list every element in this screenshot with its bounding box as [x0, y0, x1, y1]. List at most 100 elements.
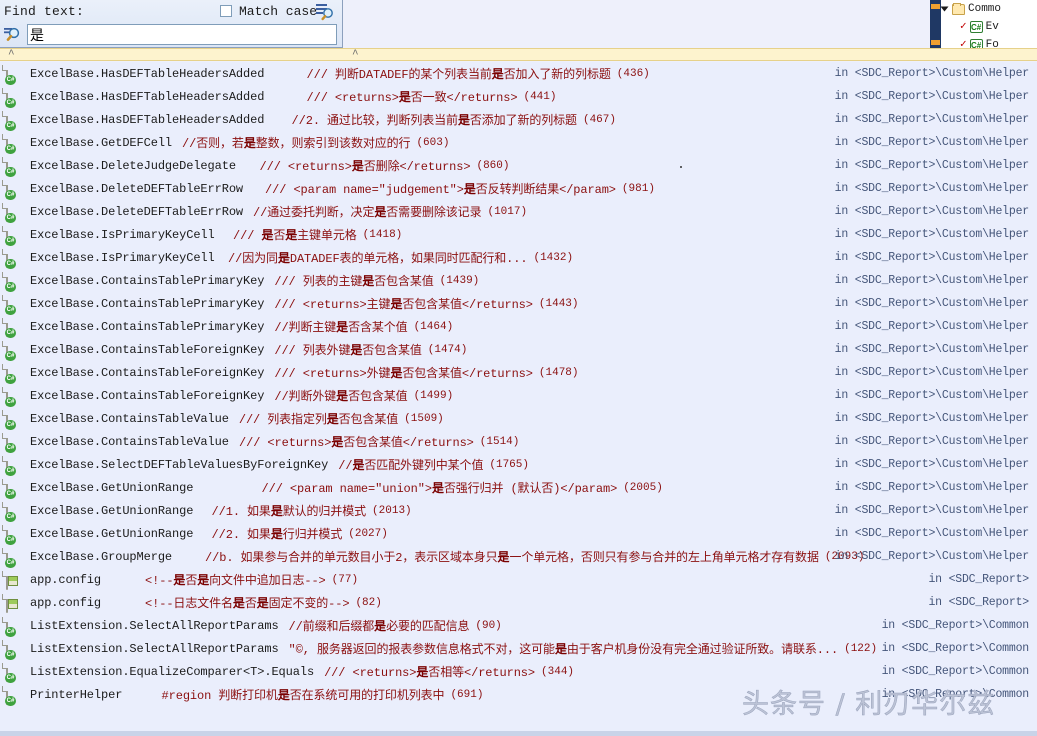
result-member-name: ExcelBase.ContainsTablePrimaryKey	[30, 273, 265, 288]
result-row[interactable]: ExcelBase.DeleteDEFTableErrRow /// <param…	[0, 177, 1037, 200]
csharp-file-icon-glyph	[6, 663, 8, 682]
collapse-strip[interactable]: ^ ^	[0, 48, 1037, 61]
result-row[interactable]: ExcelBase.ContainsTableForeignKey /// <re…	[0, 361, 1037, 384]
csharp-file-icon	[6, 295, 20, 314]
result-member-name: ExcelBase.SelectDEFTableValuesByForeignK…	[30, 457, 329, 472]
result-line-number: (1474)	[427, 343, 468, 356]
result-file-path: in <SDC_Report>	[928, 573, 1029, 586]
result-row[interactable]: ExcelBase.ContainsTableValue /// 列表指定列是否包…	[0, 407, 1037, 430]
result-row[interactable]: ExcelBase.GetUnionRange //1. 如果是默认的归并模式 (2…	[0, 499, 1037, 522]
csharp-file-icon	[6, 272, 20, 291]
result-row[interactable]: ExcelBase.ContainsTablePrimaryKey //判断主键是…	[0, 315, 1037, 338]
collapse-chevron-right-icon[interactable]: ^	[352, 50, 359, 61]
result-file-path: in <SDC_Report>\Custom\Helper	[834, 113, 1030, 126]
result-comment-text: //判断主键是否含某个值	[274, 321, 408, 335]
result-file-path: in <SDC_Report>\Custom\Helper	[834, 435, 1030, 448]
csharp-file-icon	[6, 640, 20, 659]
find-options-icon[interactable]	[315, 2, 335, 21]
result-member-name: ExcelBase.GetUnionRange	[30, 526, 194, 541]
csharp-file-icon-glyph	[6, 203, 8, 222]
result-line-number: (2005)	[623, 481, 663, 494]
result-row[interactable]: ExcelBase.ContainsTablePrimaryKey /// <re…	[0, 292, 1037, 315]
result-member-name: ExcelBase.ContainsTableValue	[30, 411, 229, 426]
csharp-file-icon-glyph	[6, 456, 8, 475]
result-line-number: (467)	[582, 113, 616, 126]
result-row[interactable]: ExcelBase.GroupMerge //b. 如果参与合并的单元数目小于2，…	[0, 545, 1037, 568]
search-magnifier-icon[interactable]	[3, 25, 23, 44]
result-row[interactable]: ExcelBase.ContainsTableForeignKey //判断外键是…	[0, 384, 1037, 407]
result-row[interactable]: ListExtension.SelectAllReportParams //前缀和…	[0, 614, 1037, 637]
match-case-checkbox[interactable]	[220, 5, 232, 17]
result-row[interactable]: ExcelBase.ContainsTableForeignKey /// 列表外…	[0, 338, 1037, 361]
result-comment-text: //因为同是DATADEF表的单元格，如果同时匹配行和...	[228, 252, 528, 266]
result-row[interactable]: ExcelBase.ContainsTablePrimaryKey /// 列表的…	[0, 269, 1037, 292]
csharp-file-icon-glyph	[6, 88, 8, 107]
result-row[interactable]: ListExtension.SelectAllReportParams "©, 服…	[0, 637, 1037, 660]
csharp-file-icon	[6, 203, 20, 222]
result-row[interactable]: ListExtension.EqualizeComparer<T>.Equals…	[0, 660, 1037, 683]
tree-node-common[interactable]: Commo	[940, 0, 1037, 18]
result-member-name: ExcelBase.ContainsTableForeignKey	[30, 365, 265, 380]
result-row[interactable]: ExcelBase.GetDEFCell //否则，若是整数，则索引到该数对应的行…	[0, 131, 1037, 154]
result-file-path: in <SDC_Report>\Custom\Helper	[834, 159, 1030, 172]
csharp-file-icon	[6, 364, 20, 383]
csharp-file-icon-glyph	[6, 502, 8, 521]
result-row[interactable]: ExcelBase.DeleteJudgeDelegate /// <return…	[0, 154, 1037, 177]
collapse-triangle-icon[interactable]	[940, 6, 949, 12]
csharp-file-icon	[6, 318, 20, 337]
result-row[interactable]: ExcelBase.GetUnionRange //2. 如果是行归并模式 (202…	[0, 522, 1037, 545]
csharp-file-icon-glyph	[6, 617, 8, 636]
result-row[interactable]: ExcelBase.GetUnionRange /// <param name="…	[0, 476, 1037, 499]
result-row[interactable]: app.config <!--日志文件名是否是固定不变的--> (82) in <SD…	[0, 591, 1037, 614]
find-options-row: Find text: Match case	[0, 0, 342, 23]
csharp-file-icon-glyph	[6, 249, 8, 268]
result-member-name: ExcelBase.ContainsTableValue	[30, 434, 229, 449]
csharp-file-icon	[6, 686, 20, 705]
result-line-number: (1418)	[362, 228, 403, 241]
result-line-number: (82)	[355, 596, 382, 609]
result-row[interactable]: ExcelBase.HasDEFTableHeadersAdded /// <re…	[0, 85, 1037, 108]
config-file-icon	[6, 594, 20, 613]
result-line-number: (1499)	[413, 389, 454, 402]
result-comment-text: "©, 服务器返回的报表参数信息格式不对，这可能是由于客户机身份没有完全通过验证…	[288, 643, 839, 657]
result-row[interactable]: ExcelBase.IsPrimaryKeyCell //因为同是DATADEF表…	[0, 246, 1037, 269]
result-member-name: ListExtension.SelectAllReportParams	[30, 641, 279, 656]
collapse-chevron-left-icon[interactable]: ^	[8, 50, 15, 61]
result-row[interactable]: ExcelBase.SelectDEFTableValuesByForeignK…	[0, 453, 1037, 476]
result-row[interactable]: ExcelBase.HasDEFTableHeadersAdded //2. 通过…	[0, 108, 1037, 131]
result-line-number: (90)	[475, 619, 502, 632]
scrollbar-thumb-top[interactable]	[931, 4, 940, 9]
result-comment-text: <!--是否是向文件中追加日志-->	[145, 574, 326, 588]
csharp-file-icon	[6, 88, 20, 107]
result-line-number: (1439)	[439, 274, 480, 287]
csharp-file-icon	[6, 341, 20, 360]
find-results-list[interactable]: ExcelBase.HasDEFTableHeadersAdded /// 判断D…	[0, 62, 1037, 736]
result-row[interactable]: app.config <!--是否是向文件中追加日志--> (77) in <SDC_…	[0, 568, 1037, 591]
result-file-path: in <SDC_Report>\Custom\Helper	[834, 343, 1030, 356]
csharp-file-icon	[6, 548, 20, 567]
tree-node-ev[interactable]: ✓ C# Ev	[940, 18, 1037, 36]
result-line-number: (77)	[331, 573, 359, 586]
result-file-path: in <SDC_Report>\Custom\Helper	[834, 205, 1030, 218]
result-row[interactable]: ExcelBase.ContainsTableValue /// <returns…	[0, 430, 1037, 453]
config-file-icon-glyph	[6, 571, 8, 590]
result-comment-text: /// 列表指定列是否包含某值	[238, 413, 399, 427]
result-row[interactable]: ExcelBase.IsPrimaryKeyCell /// 是否是主键单元格 (1…	[0, 223, 1037, 246]
result-comment-text: /// 列表外键是否包含某值	[274, 344, 422, 358]
scrollbar-thumb-bottom[interactable]	[931, 40, 940, 45]
result-row[interactable]: ExcelBase.HasDEFTableHeadersAdded /// 判断D…	[0, 62, 1037, 85]
result-line-number: (691)	[450, 688, 484, 701]
result-row[interactable]: ExcelBase.DeleteDEFTableErrRow //通过委托判断，决…	[0, 200, 1037, 223]
tree-node-label: Ev	[985, 21, 999, 33]
csharp-file-icon	[6, 479, 20, 498]
find-text-input[interactable]	[27, 24, 337, 45]
result-line-number: (1017)	[487, 205, 528, 218]
result-row[interactable]: PrinterHelper #region 判断打印机是否在系统可用的打印机列表中…	[0, 683, 1037, 706]
result-member-name: ExcelBase.HasDEFTableHeadersAdded	[30, 89, 265, 104]
result-comment-text: //否则，若是整数，则索引到该数对应的行	[182, 137, 411, 151]
csharp-file-icon-glyph	[6, 134, 8, 153]
result-member-name: ExcelBase.GetDEFCell	[30, 135, 173, 150]
config-file-icon-glyph	[6, 594, 8, 613]
csharp-file-icon-glyph	[6, 433, 8, 452]
match-case-label: Match case	[239, 4, 318, 19]
